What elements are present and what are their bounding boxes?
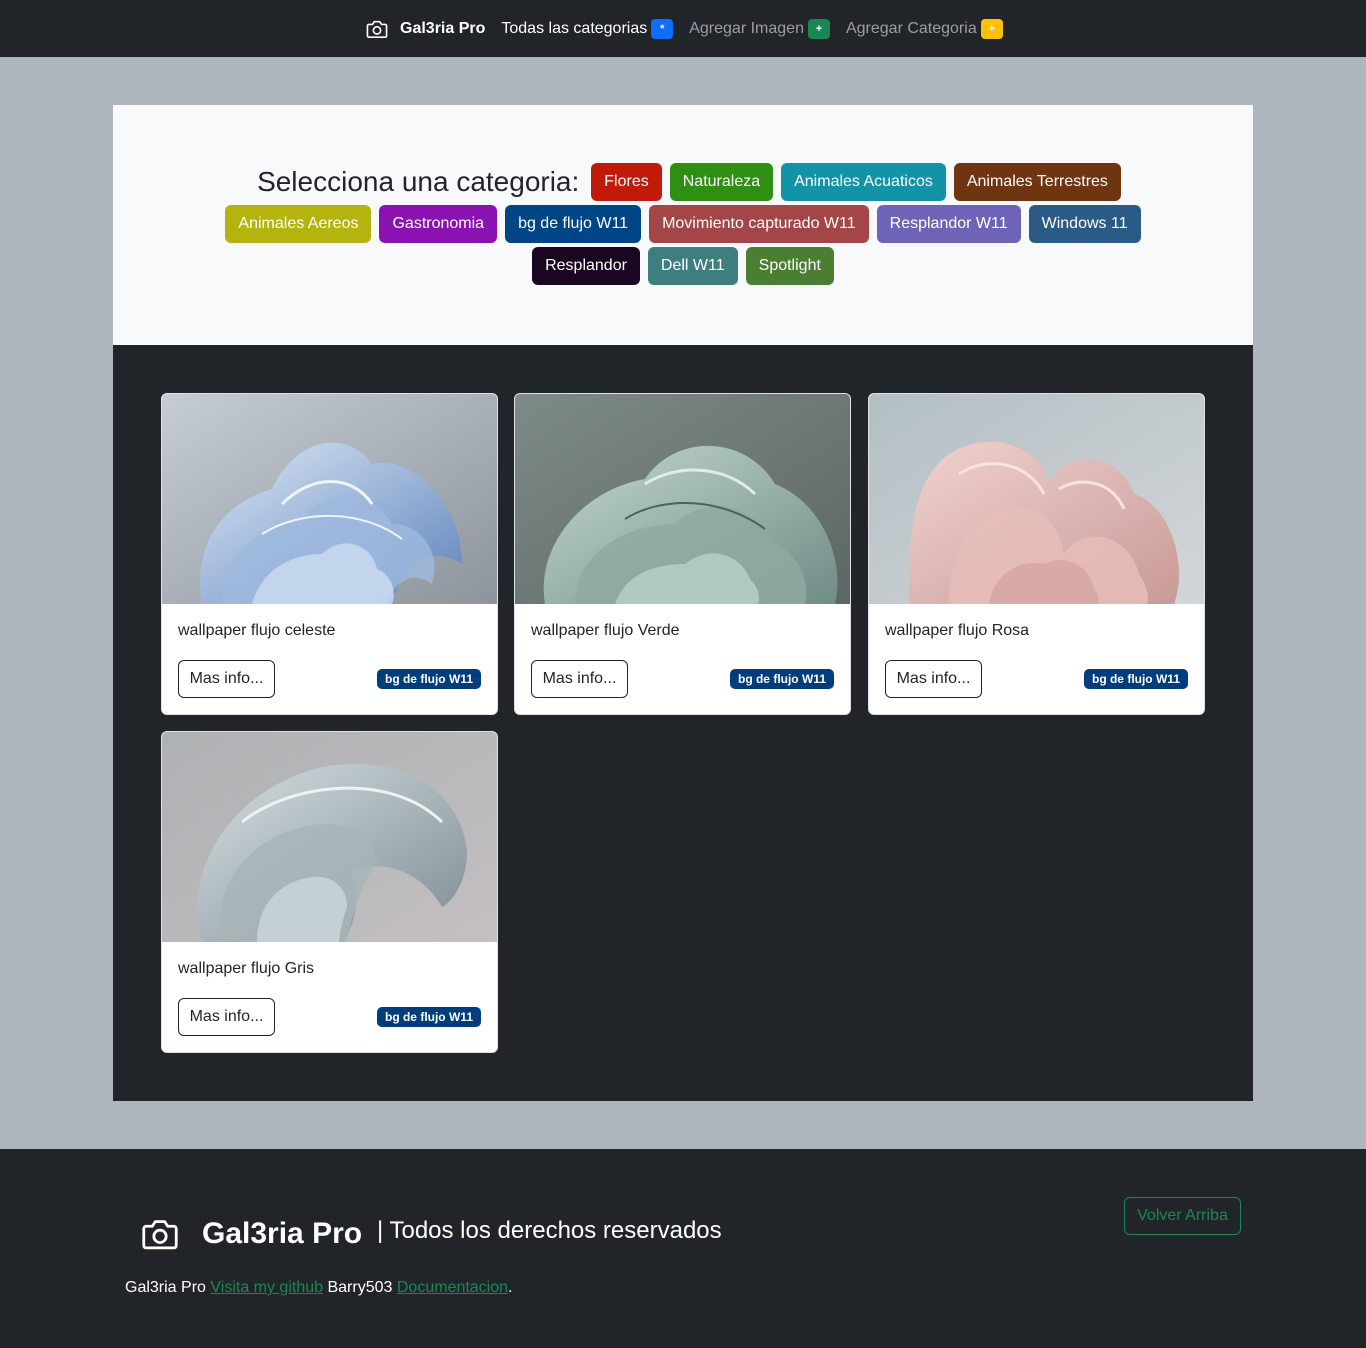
- more-info-button[interactable]: Mas info...: [178, 998, 275, 1036]
- nav-link-label: Todas las categorias: [501, 19, 648, 37]
- more-info-button[interactable]: Mas info...: [531, 660, 628, 698]
- footer: Gal3ria Pro | Todos los derechos reserva…: [0, 1149, 1366, 1348]
- footer-credits: Gal3ria Pro Visita my github Barry503 Do…: [125, 1279, 512, 1297]
- image-card: wallpaper flujo Rosa Mas info... bg de f…: [868, 393, 1205, 715]
- navbar-brand[interactable]: Gal3ria Pro: [366, 19, 485, 39]
- footer-brand: Gal3ria Pro: [140, 1217, 362, 1251]
- camera-icon: [140, 1217, 180, 1251]
- more-info-button[interactable]: Mas info...: [178, 660, 275, 698]
- image-gallery: wallpaper flujo celeste Mas info... bg d…: [113, 345, 1253, 1101]
- card-title: wallpaper flujo Gris: [178, 960, 315, 977]
- image-card: wallpaper flujo celeste Mas info... bg d…: [161, 393, 498, 715]
- category-button-bg-de-flujo-w11[interactable]: bg de flujo W11: [505, 205, 642, 243]
- category-button-flores[interactable]: Flores: [591, 163, 662, 201]
- more-info-button[interactable]: Mas info...: [885, 660, 982, 698]
- category-button-resplandor[interactable]: Resplandor: [532, 247, 640, 285]
- nav-add-category[interactable]: Agregar Categoria +: [845, 18, 1003, 39]
- category-button-dell-w11[interactable]: Dell W11: [647, 247, 738, 285]
- card-title: wallpaper flujo Rosa: [885, 622, 1030, 639]
- footer-credits-user: Barry503: [327, 1279, 393, 1296]
- category-button-windows-11[interactable]: Windows 11: [1028, 205, 1141, 243]
- card-title: wallpaper flujo Verde: [531, 622, 680, 639]
- card-title: wallpaper flujo celeste: [178, 622, 336, 639]
- footer-brand-name: Gal3ria Pro: [202, 1217, 363, 1250]
- category-button-spotlight[interactable]: Spotlight: [745, 247, 834, 285]
- github-link[interactable]: Visita my github: [210, 1279, 323, 1296]
- category-badge: bg de flujo W11: [376, 669, 481, 689]
- green-flow-wallpaper-image[interactable]: [515, 394, 851, 604]
- image-card: wallpaper flujo Verde Mas info... bg de …: [514, 393, 851, 715]
- top-navbar: Gal3ria Pro Todas las categorias * Agreg…: [0, 0, 1366, 57]
- nav-link-label: Agregar Categoria: [845, 19, 977, 37]
- back-to-top-button[interactable]: Volver Arriba: [1124, 1197, 1241, 1235]
- category-heading: Selecciona una categoria:: [257, 166, 580, 197]
- category-badge: bg de flujo W11: [729, 669, 834, 689]
- nav-link-label: Agregar Imagen: [689, 19, 804, 37]
- nav-badge: +: [807, 18, 830, 39]
- category-button-animales-terrestres[interactable]: Animales Terrestres: [953, 163, 1121, 201]
- nav-badge: *: [651, 18, 674, 39]
- category-panel: Selecciona una categoria: Flores Naturale…: [113, 105, 1253, 345]
- nav-all-categories[interactable]: Todas las categorias *: [501, 18, 674, 39]
- category-button-animales-acuaticos[interactable]: Animales Acuaticos: [781, 163, 946, 201]
- gray-flow-wallpaper-image[interactable]: [162, 732, 498, 942]
- category-badge: bg de flujo W11: [1083, 669, 1188, 689]
- image-card: wallpaper flujo Gris Mas info... bg de f…: [161, 731, 498, 1053]
- brand-name: Gal3ria Pro: [400, 19, 486, 37]
- nav-badge: +: [980, 18, 1003, 39]
- category-button-movimiento-capturado-w11[interactable]: Movimiento capturado W11: [649, 205, 869, 243]
- footer-credits-brand: Gal3ria Pro: [125, 1279, 206, 1296]
- blue-flow-wallpaper-image[interactable]: [162, 394, 498, 604]
- footer-rights: | Todos los derechos reservados: [377, 1217, 722, 1244]
- category-list: Selecciona una categoria: Flores Naturale…: [173, 163, 1193, 285]
- documentation-link[interactable]: Documentacion: [397, 1279, 508, 1296]
- camera-icon: [366, 19, 388, 39]
- footer-credits-suffix: .: [508, 1279, 513, 1296]
- category-button-naturaleza[interactable]: Naturaleza: [669, 163, 774, 201]
- category-button-animales-aereos[interactable]: Animales Aereos: [225, 205, 372, 243]
- pink-flow-wallpaper-image[interactable]: [869, 394, 1205, 604]
- nav-add-image[interactable]: Agregar Imagen +: [689, 18, 830, 39]
- category-button-gastronomia[interactable]: Gastronomia: [379, 205, 498, 243]
- category-button-resplandor-w11[interactable]: Resplandor W11: [876, 205, 1021, 243]
- category-badge: bg de flujo W11: [376, 1007, 481, 1027]
